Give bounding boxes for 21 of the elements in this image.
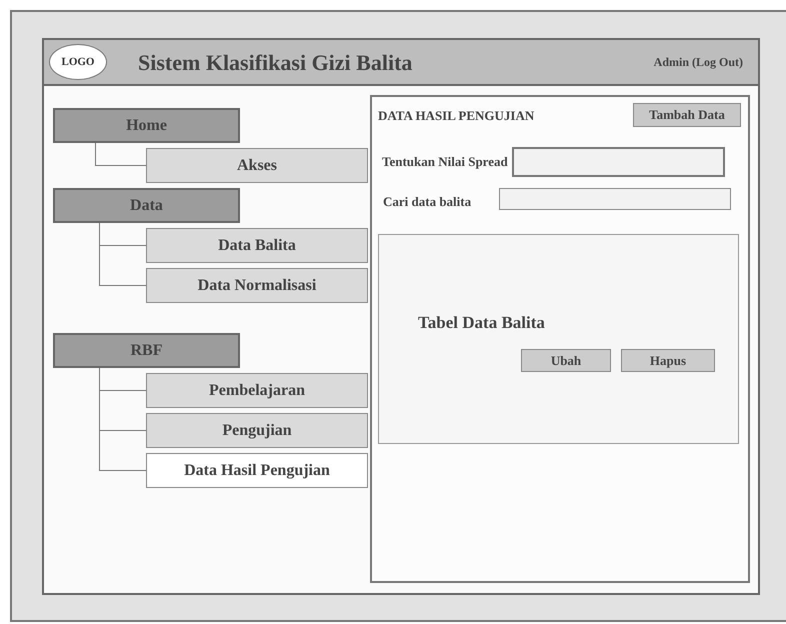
field-label: Cari data balita [383, 193, 472, 211]
action-button[interactable]: Hapus [621, 349, 715, 372]
menu-group[interactable]: Home [53, 108, 240, 143]
menu-item[interactable]: Akses [146, 148, 368, 183]
logout-link[interactable]: Admin (Log Out) [654, 53, 743, 71]
table-caption: Tabel Data Balita [418, 312, 546, 334]
menu-item[interactable]: Pembelajaran [146, 373, 368, 408]
menu-item[interactable]: Pengujian [146, 413, 368, 448]
field-label: Tentukan Nilai Spread [382, 153, 508, 172]
app-title: Sistem Klasifikasi Gizi Balita [138, 48, 412, 76]
panel-title: DATA HASIL PENGUJIAN [378, 107, 534, 126]
action-button[interactable]: Ubah [521, 349, 611, 372]
menu-item[interactable]: Data Hasil Pengujian [146, 453, 368, 488]
menu-group[interactable]: RBF [53, 333, 240, 368]
menu-group[interactable]: Data [53, 188, 240, 223]
menu-item[interactable]: Data Normalisasi [146, 268, 368, 303]
input-field[interactable] [499, 188, 732, 210]
menu-item[interactable]: Data Balita [146, 228, 368, 263]
add-data-button[interactable]: Tambah Data [633, 103, 741, 127]
input-field[interactable] [512, 147, 725, 177]
logo: LOGO [49, 44, 107, 80]
